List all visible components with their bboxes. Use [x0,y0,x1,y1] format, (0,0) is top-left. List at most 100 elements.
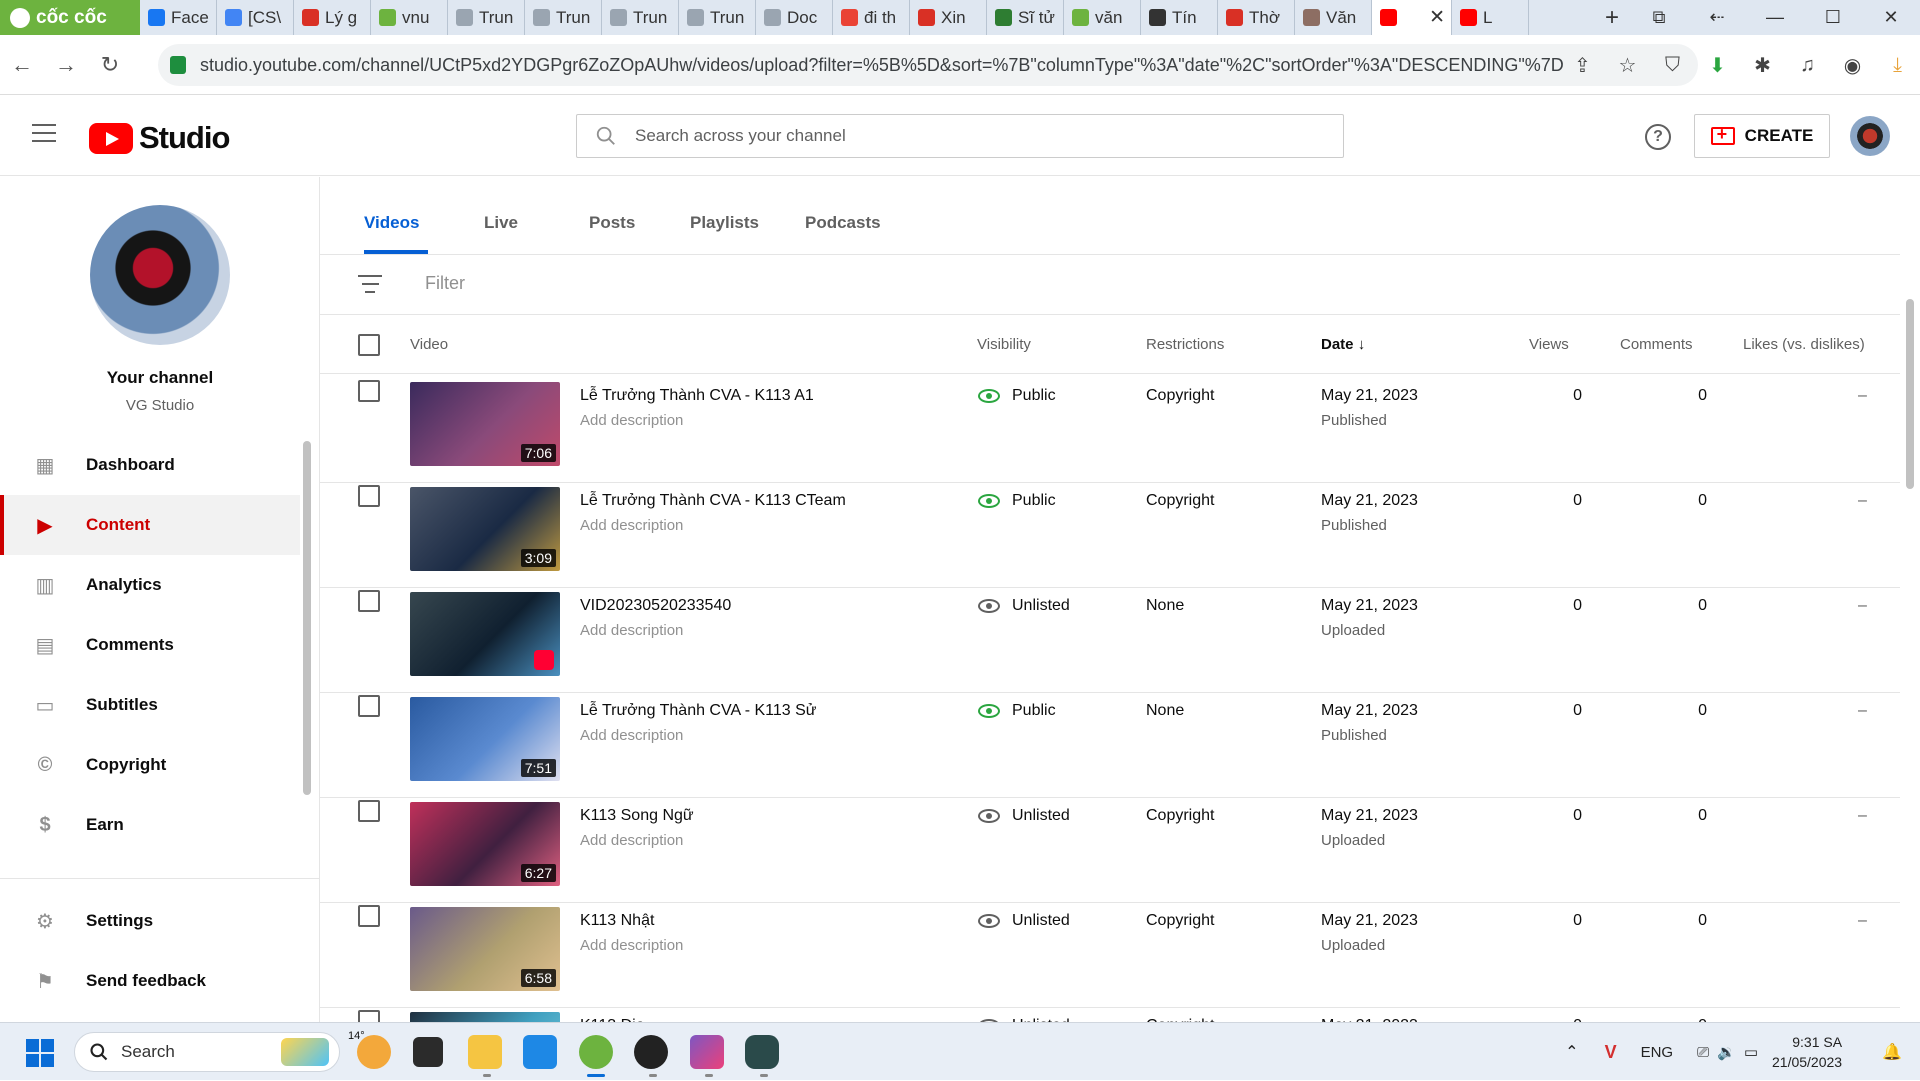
column-date[interactable]: Date ↓ [1321,336,1365,353]
sidebar-item-copyright[interactable]: © Copyright [0,735,300,795]
restrictions-value[interactable]: None [1146,597,1184,615]
menu-hamburger-icon[interactable] [32,124,56,142]
help-icon[interactable]: ? [1645,124,1671,150]
video-description[interactable]: Add description [580,622,683,639]
browser-tab[interactable]: Doc [756,0,833,35]
tab-playlists[interactable]: Playlists [690,213,759,233]
account-avatar[interactable] [1850,116,1890,156]
app-icon[interactable] [745,1035,779,1069]
browser-tab[interactable]: Trun [448,0,525,35]
sidebar-item-dashboard[interactable]: ▦ Dashboard [0,435,300,495]
browser-tab[interactable]: đi th [833,0,910,35]
table-row[interactable]: VID20230520233540 Add description Unlisted… [320,588,1900,693]
video-thumbnail[interactable]: 7:51 [410,697,560,781]
sidebar-item-earn[interactable]: $ Earn [0,795,300,855]
visibility-dropdown[interactable]: Unlisted [978,912,1070,930]
youtube-studio-logo[interactable]: Studio [89,120,230,156]
unikey-icon[interactable]: V [1605,1042,1617,1063]
column-views[interactable]: Views [1529,336,1569,353]
browser-tab[interactable]: ✕ [1372,0,1452,35]
restrictions-value[interactable]: Copyright [1146,912,1214,930]
back-button[interactable]: ← [0,52,44,78]
video-title[interactable]: Lễ Trưởng Thành CVA - K113 Sử [580,702,816,720]
browser-tab[interactable]: Trun [525,0,602,35]
file-explorer-icon[interactable] [468,1035,502,1069]
video-title[interactable]: K113 Song Ngữ [580,807,694,825]
table-row[interactable]: 3:09 Lễ Trưởng Thành CVA - K113 CTeam Add … [320,483,1900,588]
browser-tab[interactable]: Văn [1295,0,1372,35]
sidebar-scrollbar[interactable] [303,441,311,795]
browser-tab[interactable]: Face [140,0,217,35]
browser-tab[interactable]: Xin [910,0,987,35]
browser-tab[interactable]: văn [1064,0,1141,35]
browser-tab[interactable]: vnu [371,0,448,35]
row-checkbox[interactable] [358,590,380,612]
column-visibility[interactable]: Visibility [977,336,1031,353]
url-field[interactable]: studio.youtube.com/channel/UCtP5xd2YDGPg… [158,44,1698,86]
restrictions-value[interactable]: None [1146,702,1184,720]
video-description[interactable]: Add description [580,937,683,954]
video-description[interactable]: Add description [580,517,683,534]
create-button[interactable]: CREATE [1694,114,1830,158]
sidebar-item-subtitles[interactable]: ▭ Subtitles [0,675,300,735]
browser-tab[interactable]: Trun [602,0,679,35]
tab-live[interactable]: Live [484,213,518,233]
restrictions-value[interactable]: Copyright [1146,387,1214,405]
coccoc-taskbar-icon[interactable] [579,1035,613,1069]
video-title[interactable]: Lễ Trưởng Thành CVA - K113 CTeam [580,492,846,510]
video-thumbnail[interactable] [410,1012,560,1022]
channel-avatar[interactable] [90,205,230,345]
browser-tab[interactable]: L [1452,0,1529,35]
visibility-dropdown[interactable]: Public [978,492,1056,510]
language-indicator[interactable]: ENG [1641,1044,1674,1061]
row-checkbox[interactable] [358,800,380,822]
new-tab-button[interactable]: + [1594,4,1630,32]
windows-start-icon[interactable] [26,1039,54,1067]
task-view-icon[interactable] [413,1037,443,1067]
sidebar-item-send-feedback[interactable]: ⚑ Send feedback [0,951,320,1011]
column-restrictions[interactable]: Restrictions [1146,336,1224,353]
tab-search-icon[interactable]: ⧉ [1630,7,1688,28]
column-comments[interactable]: Comments [1620,336,1693,353]
column-likes[interactable]: Likes (vs. dislikes) [1743,336,1865,353]
clipchamp-icon[interactable] [690,1035,724,1069]
media-player-icon[interactable] [634,1035,668,1069]
maximize-button[interactable]: ☐ [1804,7,1862,28]
content-scrollbar[interactable] [1906,299,1914,489]
channel-search[interactable] [576,114,1344,158]
share-icon[interactable]: ⇪ [1560,53,1605,78]
table-row[interactable]: 6:58 K113 Nhật Add description Unlisted Copy… [320,903,1900,1008]
row-checkbox[interactable] [358,905,380,927]
shield-icon[interactable]: ⛉ [1650,54,1695,77]
search-input[interactable] [635,126,1235,146]
table-row[interactable]: 6:27 K113 Song Ngữ Add description Unlisted… [320,798,1900,903]
video-thumbnail[interactable]: 7:06 [410,382,560,466]
clock[interactable]: 9:31 SA 21/05/2023 [1772,1032,1842,1072]
browser-tab[interactable]: Lý g [294,0,371,35]
reload-button[interactable]: ↻ [88,52,132,78]
music-icon[interactable]: ♫ [1785,54,1830,77]
row-checkbox[interactable] [358,1010,380,1022]
taskbar-search[interactable]: Search [74,1032,340,1072]
video-thumbnail[interactable]: 6:27 [410,802,560,886]
todo-icon[interactable] [523,1035,557,1069]
video-thumbnail[interactable] [410,592,560,676]
filter-icon[interactable] [358,275,382,293]
restrictions-value[interactable]: Copyright [1146,807,1214,825]
filter-placeholder[interactable]: Filter [425,273,465,294]
table-row[interactable]: K113 ĐịaUnlistedCopyrightMay 21, 202300 [320,1008,1900,1022]
visibility-dropdown[interactable]: Unlisted [978,597,1070,615]
battery-icon[interactable]: ▭ [1744,1043,1758,1061]
browser-tab[interactable]: [CS\ [217,0,294,35]
forward-button[interactable]: → [44,52,88,78]
notification-bell-icon[interactable]: 🔔 [1882,1042,1902,1062]
row-checkbox[interactable] [358,380,380,402]
restrictions-value[interactable]: Copyright [1146,492,1214,510]
video-title[interactable]: VID20230520233540 [580,597,731,615]
tab-posts[interactable]: Posts [589,213,635,233]
visibility-dropdown[interactable]: Public [978,387,1056,405]
sidebar-item-comments[interactable]: ▤ Comments [0,615,300,675]
sidebar-item-analytics[interactable]: ▥ Analytics [0,555,300,615]
close-tab-icon[interactable]: ✕ [1429,6,1445,29]
extensions-icon[interactable]: ✱ [1740,53,1785,78]
